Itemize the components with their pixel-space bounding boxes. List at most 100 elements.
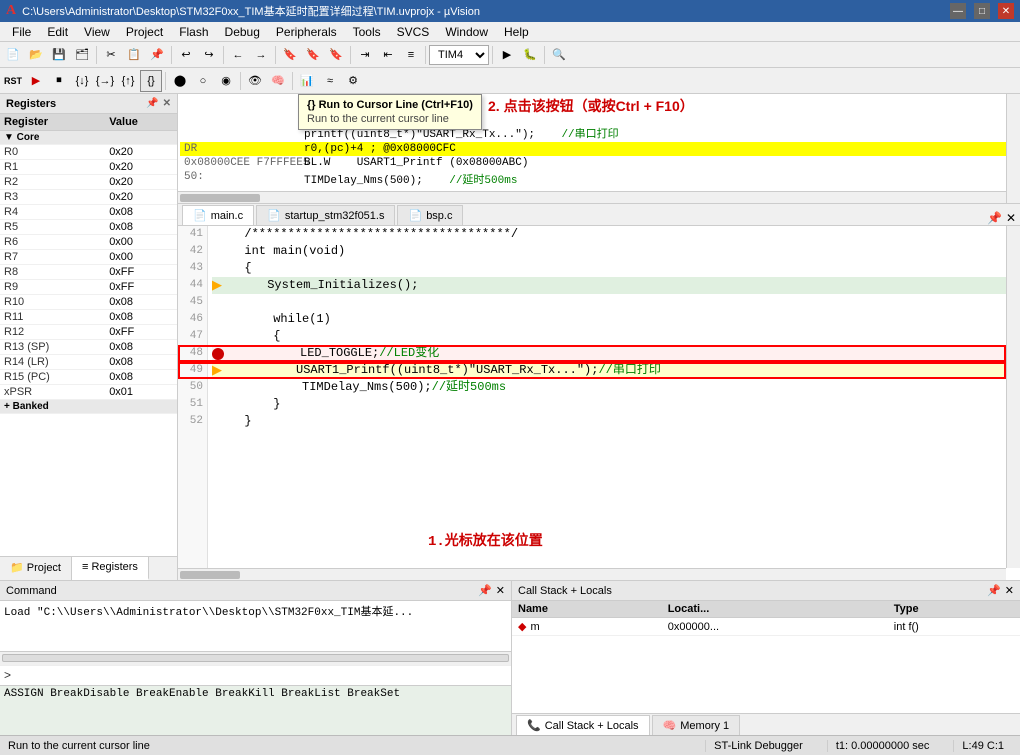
- reg-row-r13 sp: R13 (SP)0x08: [0, 340, 177, 355]
- load-btn[interactable]: ▶: [496, 44, 518, 66]
- menu-item-edit[interactable]: Edit: [39, 22, 76, 41]
- rst-btn[interactable]: RST: [2, 70, 24, 92]
- cmd-scroll-thumb[interactable]: [2, 654, 509, 662]
- debug-btn[interactable]: 🐛: [519, 44, 541, 66]
- bookmark1-btn[interactable]: 🔖: [279, 44, 301, 66]
- disasm-area: {} Run to Cursor Line (Ctrl+F10) Run to …: [178, 94, 1020, 204]
- maximize-button[interactable]: □: [974, 3, 990, 19]
- menu-item-debug[interactable]: Debug: [217, 22, 268, 41]
- tab-bsp-c[interactable]: 📄 bsp.c: [397, 205, 463, 225]
- step-out-btn[interactable]: {↑}: [117, 70, 139, 92]
- cmd-input-row: >: [0, 665, 511, 685]
- cmd-hscroll[interactable]: [0, 651, 511, 665]
- code-hscroll[interactable]: [178, 568, 1006, 580]
- code-line-52: }: [212, 413, 1020, 430]
- line-numbers: 414243444546474849505152: [178, 226, 208, 580]
- menu-item-help[interactable]: Help: [496, 22, 537, 41]
- code-line-50: TIMDelay_Nms(500);//延时500ms: [212, 379, 1020, 396]
- undo-btn[interactable]: ↩: [175, 44, 197, 66]
- pin-code-icon[interactable]: 📌: [987, 211, 1002, 225]
- bookmark2-btn[interactable]: 🔖: [302, 44, 324, 66]
- mem-btn[interactable]: 🧠: [267, 70, 289, 92]
- menu-item-peripherals[interactable]: Peripherals: [268, 22, 345, 41]
- tab-project[interactable]: 📁 Project: [0, 557, 72, 580]
- command-title: Command: [6, 585, 57, 597]
- menu-item-tools[interactable]: Tools: [345, 22, 389, 41]
- cmd-prompt: >: [4, 668, 11, 682]
- code-tabs: 📄 main.c 📄 startup_stm32f051.s 📄 bsp.c 📌…: [178, 204, 1020, 226]
- code-line-51: }: [212, 396, 1020, 413]
- minimize-button[interactable]: —: [950, 3, 966, 19]
- disasm-vscroll[interactable]: [1006, 94, 1020, 203]
- close-cs-icon[interactable]: ✕: [1005, 584, 1014, 597]
- redo-btn[interactable]: ↪: [198, 44, 220, 66]
- search-btn[interactable]: 🔍: [548, 44, 570, 66]
- paste-btn[interactable]: 📌: [146, 44, 168, 66]
- menu-item-flash[interactable]: Flash: [171, 22, 216, 41]
- reg-row-r4: R40x08: [0, 205, 177, 220]
- bp-all-btn[interactable]: ◉: [215, 70, 237, 92]
- new-file-btn[interactable]: 📄: [2, 44, 24, 66]
- cut-btn[interactable]: ✂: [100, 44, 122, 66]
- nav-back-btn[interactable]: ←: [227, 44, 249, 66]
- val-col-header: Value: [105, 114, 177, 131]
- save-btn[interactable]: 💾: [48, 44, 70, 66]
- stop-btn[interactable]: ⏹: [48, 70, 70, 92]
- pin-cmd-icon[interactable]: 📌: [478, 584, 492, 597]
- close-code-icon[interactable]: ✕: [1006, 211, 1016, 225]
- tab-callstack[interactable]: 📞 Call Stack + Locals: [516, 715, 650, 735]
- reg-row-r2: R20x20: [0, 175, 177, 190]
- disasm-hscroll[interactable]: [178, 191, 1006, 203]
- reg-row-r10: R100x08: [0, 295, 177, 310]
- reg-row-r6: R60x00: [0, 235, 177, 250]
- pin-icon[interactable]: 📌: [146, 98, 158, 109]
- tab-memory1[interactable]: 🧠 Memory 1: [652, 715, 741, 735]
- close-button[interactable]: ✕: [998, 3, 1014, 19]
- logic-btn[interactable]: ≈: [319, 70, 341, 92]
- run-to-cursor-btn[interactable]: {}: [140, 70, 162, 92]
- run-btn[interactable]: ▶: [25, 70, 47, 92]
- titlebar: A C:\Users\Administrator\Desktop\STM32F0…: [0, 0, 1020, 22]
- menu-item-project[interactable]: Project: [118, 22, 171, 41]
- right-area: {} Run to Cursor Line (Ctrl+F10) Run to …: [178, 94, 1020, 580]
- memory-icon: 🧠: [663, 719, 677, 732]
- registers-panel: Registers 📌 ✕ Register Value ▼ CoreR00x2…: [0, 94, 178, 580]
- open-btn[interactable]: 📂: [25, 44, 47, 66]
- target-select[interactable]: TIM4: [429, 45, 489, 65]
- bp-disable-btn[interactable]: ○: [192, 70, 214, 92]
- nav-fwd-btn[interactable]: →: [250, 44, 272, 66]
- perf-btn[interactable]: 📊: [296, 70, 318, 92]
- tab-main-c[interactable]: 📄 main.c: [182, 205, 254, 225]
- arrow-marker: ▶: [212, 277, 222, 294]
- pin-cs-icon[interactable]: 📌: [987, 584, 1001, 597]
- code-vscroll[interactable]: [1006, 226, 1020, 568]
- format-btn[interactable]: ≡: [400, 44, 422, 66]
- save-all-btn[interactable]: 🗂: [71, 44, 93, 66]
- bp-toggle-btn[interactable]: ⬤: [169, 70, 191, 92]
- bookmark3-btn[interactable]: 🔖: [325, 44, 347, 66]
- step-btn[interactable]: {↓}: [71, 70, 93, 92]
- menu-item-file[interactable]: File: [4, 22, 39, 41]
- close-cmd-icon[interactable]: ✕: [496, 584, 505, 597]
- outdent-btn[interactable]: ⇤: [377, 44, 399, 66]
- bottom-tabs: 📞 Call Stack + Locals 🧠 Memory 1: [512, 713, 1020, 735]
- statusbar: Run to the current cursor line ST-Link D…: [0, 735, 1020, 755]
- settings-btn[interactable]: ⚙: [342, 70, 364, 92]
- menu-item-window[interactable]: Window: [437, 22, 496, 41]
- menu-item-svcs[interactable]: SVCS: [389, 22, 438, 41]
- reg-row-r8: R80xFF: [0, 265, 177, 280]
- close-registers-icon[interactable]: ✕: [163, 98, 171, 109]
- callstack-header: Call Stack + Locals 📌 ✕: [512, 581, 1020, 601]
- disasm-hscroll-thumb[interactable]: [180, 194, 260, 202]
- cmd-input[interactable]: [15, 669, 507, 681]
- menu-item-view[interactable]: View: [76, 22, 118, 41]
- step-over-btn[interactable]: {→}: [94, 70, 116, 92]
- code-hscroll-thumb[interactable]: [180, 571, 240, 579]
- run-to-cursor-tooltip: {} Run to Cursor Line (Ctrl+F10) Run to …: [298, 94, 482, 130]
- indent-btn[interactable]: ⇥: [354, 44, 376, 66]
- watch-btn[interactable]: 👁: [244, 70, 266, 92]
- reg-row-r1: R10x20: [0, 160, 177, 175]
- tab-startup[interactable]: 📄 startup_stm32f051.s: [256, 205, 395, 225]
- tab-registers[interactable]: ≡ Registers: [72, 557, 149, 580]
- copy-btn[interactable]: 📋: [123, 44, 145, 66]
